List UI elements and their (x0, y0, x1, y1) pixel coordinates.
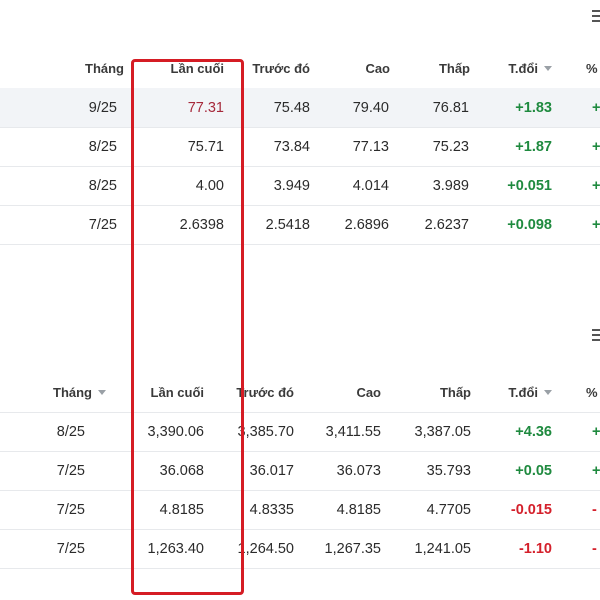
cell-change: +4.36 (515, 423, 552, 440)
sort-caret-icon (544, 389, 552, 395)
header-low[interactable]: Thấp (390, 48, 470, 88)
cell-percent: + (592, 177, 600, 194)
cell-change: +0.05 (515, 462, 552, 479)
cell-high: 77.13 (352, 138, 389, 155)
cell-low: 3,387.05 (414, 423, 471, 440)
cell-month: 8/25 (88, 138, 117, 155)
cell-high: 4.8185 (336, 501, 381, 518)
cell-percent: + (592, 99, 600, 116)
cell-month: 8/25 (56, 423, 85, 440)
cell-change: -1.10 (518, 540, 552, 557)
cell-low: 3.989 (432, 177, 469, 194)
header-change[interactable]: T.đổi (470, 48, 552, 88)
cell-low: 2.6237 (424, 216, 469, 233)
header-percent[interactable]: % (552, 48, 600, 88)
table-row[interactable]: 9/25 77.31 75.48 79.40 76.81 +1.83 + (0, 88, 600, 128)
cell-change: +1.87 (515, 138, 552, 155)
cell-high: 1,267.35 (324, 540, 381, 557)
highlight-box (131, 59, 244, 595)
table-1-header: Tháng Lần cuối Trước đó Cao Thấp T.đổi % (0, 48, 600, 89)
cell-low: 76.81 (432, 99, 469, 116)
cell-month: 7/25 (88, 216, 117, 233)
header-month[interactable]: Tháng (0, 48, 124, 88)
cell-high: 4.014 (352, 177, 389, 194)
header-change[interactable]: T.đổi (471, 372, 552, 412)
header-percent[interactable]: % (552, 372, 600, 412)
table-row[interactable]: 8/25 3,390.06 3,385.70 3,411.55 3,387.05… (0, 412, 600, 452)
table-row[interactable]: 7/25 1,263.40 1,264.50 1,267.35 1,241.05… (0, 529, 600, 569)
table-row[interactable]: 8/25 75.71 73.84 77.13 75.23 +1.87 + (0, 127, 600, 167)
table-menu-icon[interactable] (592, 329, 600, 344)
header-high[interactable]: Cao (294, 372, 381, 412)
cell-month: 7/25 (56, 501, 85, 518)
header-month[interactable]: Tháng (0, 372, 106, 412)
header-low[interactable]: Thấp (381, 372, 471, 412)
table-row[interactable]: 7/25 2.6398 2.5418 2.6896 2.6237 +0.098 … (0, 205, 600, 245)
cell-percent: + (592, 216, 600, 233)
cell-low: 4.7705 (426, 501, 471, 518)
cell-low: 75.23 (432, 138, 469, 155)
cell-percent: + (592, 138, 600, 155)
cell-month: 7/25 (56, 540, 85, 557)
cell-high: 3,411.55 (325, 423, 381, 440)
cell-month: 7/25 (56, 462, 85, 479)
cell-high: 79.40 (352, 99, 389, 116)
table-2-header: Tháng Lần cuối Trước đó Cao Thấp T.đổi % (0, 372, 600, 413)
cell-month: 8/25 (88, 177, 117, 194)
cell-percent: + (592, 462, 600, 479)
cell-percent: - (592, 501, 597, 518)
cell-percent: - (592, 540, 597, 557)
cell-low: 35.793 (426, 462, 471, 479)
screenshot-root: Tháng Lần cuối Trước đó Cao Thấp T.đổi %… (0, 0, 600, 600)
cell-month: 9/25 (88, 99, 117, 116)
table-row[interactable]: 7/25 4.8185 4.8335 4.8185 4.7705 -0.015 … (0, 490, 600, 530)
cell-percent: + (592, 423, 600, 440)
cell-high: 36.073 (336, 462, 381, 479)
cell-low: 1,241.05 (414, 540, 471, 557)
cell-change: -0.015 (510, 501, 552, 518)
cell-high: 2.6896 (344, 216, 389, 233)
table-row[interactable]: 7/25 36.068 36.017 36.073 35.793 +0.05 + (0, 451, 600, 491)
table-menu-icon[interactable] (592, 10, 600, 25)
cell-change: +0.051 (507, 177, 552, 194)
sort-caret-icon (98, 389, 106, 395)
cell-change: +0.098 (507, 216, 552, 233)
header-high[interactable]: Cao (310, 48, 390, 88)
table-row[interactable]: 8/25 4.00 3.949 4.014 3.989 +0.051 + (0, 166, 600, 206)
sort-caret-icon (544, 65, 552, 71)
cell-change: +1.83 (515, 99, 552, 116)
